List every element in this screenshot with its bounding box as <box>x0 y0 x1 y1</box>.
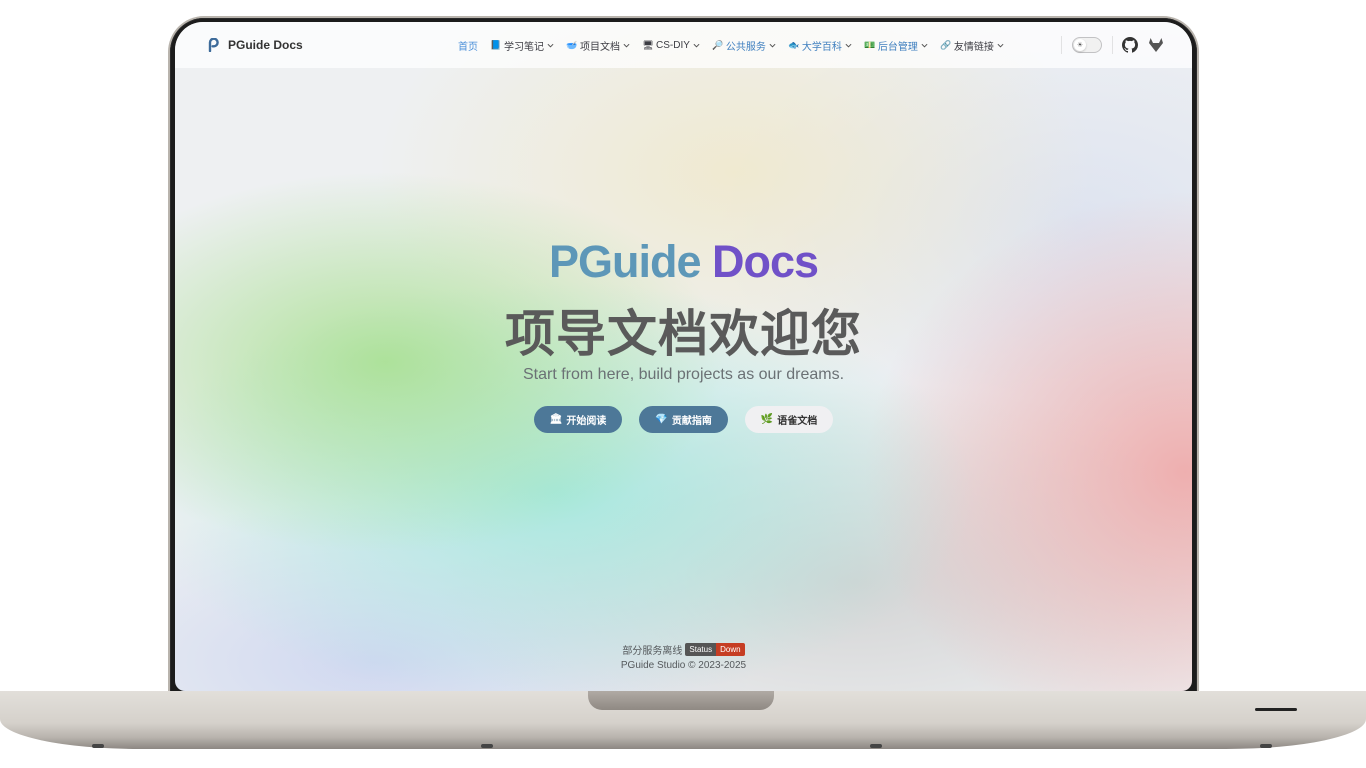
footer-status: 部分服务离线 Status Down <box>175 642 1192 657</box>
chevron-down-icon <box>547 43 554 48</box>
nav-divider <box>1112 36 1113 54</box>
status-badge-label: Status <box>685 643 717 656</box>
chevron-down-icon <box>769 43 776 48</box>
browser-screen: PGuide Docs 首页 📘 学习笔记 🥣 项目文档 🖥 CS-DIY 🔎 … <box>175 22 1192 691</box>
laptop-indicator <box>1255 708 1297 711</box>
laptop-foot <box>870 744 882 748</box>
chevron-down-icon <box>845 43 852 48</box>
button-label: 语雀文档 <box>777 416 818 427</box>
nav-item-project-docs[interactable]: 🥣 项目文档 <box>566 38 630 53</box>
gitlab-icon[interactable] <box>1148 37 1164 53</box>
nav-item-label: 学习笔记 <box>504 41 544 53</box>
status-badge[interactable]: Status Down <box>685 643 745 656</box>
laptop-foot <box>92 744 104 748</box>
nav-item-label: 大学百科 <box>801 41 842 53</box>
nav-item-label: 后台管理 <box>877 41 918 53</box>
brand-link[interactable]: PGuide Docs <box>207 38 303 52</box>
status-text: 部分服务离线 <box>622 646 683 657</box>
laptop-notch <box>588 691 774 710</box>
contribution-guide-button[interactable]: 💎 贡献指南 <box>639 406 728 433</box>
building-icon: 🏛 <box>549 414 563 425</box>
nav-item-label: 友情链接 <box>953 41 994 53</box>
nav-item-home[interactable]: 首页 <box>458 38 478 53</box>
gem-icon: 💎 <box>655 414 668 425</box>
nav-item-label: 项目文档 <box>580 41 620 53</box>
nav-item-label: 公共服务 <box>725 41 766 53</box>
nav-item-public-services[interactable]: 🔎 公共服务 <box>712 38 776 53</box>
computer-icon: 🖥 <box>642 39 654 50</box>
status-badge-value: Down <box>716 643 745 656</box>
nav-item-study-notes[interactable]: 📘 学习笔记 <box>490 38 554 53</box>
nav-divider <box>1061 36 1062 54</box>
nav-item-university-wiki[interactable]: 🐟 大学百科 <box>788 38 852 53</box>
nav-item-label: 首页 <box>458 41 478 53</box>
top-navbar: PGuide Docs 首页 📘 学习笔记 🥣 项目文档 🖥 CS-DIY 🔎 … <box>175 22 1192 68</box>
yuque-docs-button[interactable]: 🌿 语雀文档 <box>744 406 834 433</box>
nav-item-label: CS-DIY <box>656 39 690 51</box>
hero-tagline: Start from here, build projects as our d… <box>522 366 845 383</box>
sun-icon: ☀ <box>1074 39 1086 51</box>
hero-subtitle: 项导文档欢迎您 <box>505 306 862 362</box>
theme-toggle[interactable]: ☀ <box>1072 37 1102 53</box>
brand-name: PGuide Docs <box>228 38 303 52</box>
pguide-logo-icon <box>208 38 219 52</box>
laptop-foot <box>481 744 493 748</box>
start-reading-button[interactable]: 🏛 开始阅读 <box>533 406 623 433</box>
nav-menu: 首页 📘 学习笔记 🥣 项目文档 🖥 CS-DIY 🔎 公共服务 🐟 大学百科 … <box>458 22 1017 68</box>
chevron-down-icon <box>997 43 1004 48</box>
link-icon: 🔗 <box>940 39 952 50</box>
money-icon: 💵 <box>864 39 876 50</box>
leaf-icon: 🌿 <box>760 414 774 425</box>
chevron-down-icon <box>623 43 630 48</box>
bowl-icon: 🥣 <box>566 39 578 50</box>
nav-item-cs-diy[interactable]: 🖥 CS-DIY <box>642 39 700 51</box>
github-icon[interactable] <box>1122 37 1138 53</box>
nav-item-friend-links[interactable]: 🔗 友情链接 <box>940 38 1004 53</box>
hero-name: PGuide Docs <box>175 236 1192 288</box>
hero-actions: 🏛 开始阅读 💎 贡献指南 🌿 语雀文档 <box>175 406 1192 433</box>
chevron-down-icon <box>921 43 928 48</box>
laptop-foot <box>1260 744 1272 748</box>
footer-copyright: PGuide Studio © 2023-2025 <box>620 660 747 671</box>
button-label: 贡献指南 <box>671 416 712 427</box>
fish-icon: 🐟 <box>788 39 800 50</box>
book-icon: 📘 <box>490 39 502 50</box>
chevron-down-icon <box>693 43 700 48</box>
hero-name-part2: Docs <box>712 236 819 287</box>
hero-name-part1: PGuide <box>548 236 702 287</box>
magnifier-icon: 🔎 <box>712 39 724 50</box>
nav-item-admin[interactable]: 💵 后台管理 <box>864 38 928 53</box>
button-label: 开始阅读 <box>566 416 607 427</box>
